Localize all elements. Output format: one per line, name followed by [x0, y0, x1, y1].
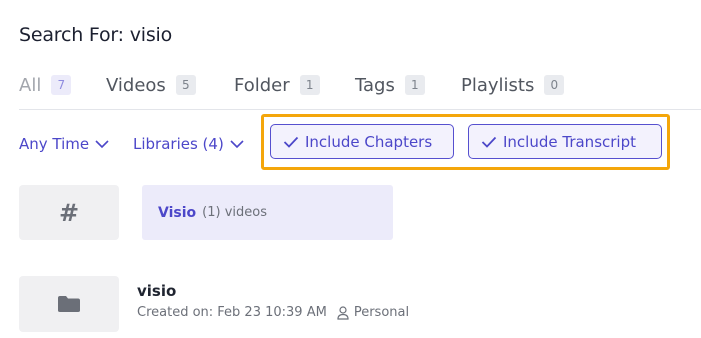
folder-meta: Created on: Feb 23 10:39 AM Personal [137, 305, 409, 320]
folder-owner: Personal [353, 305, 410, 320]
check-icon [481, 136, 497, 148]
tab-label: Tags [355, 74, 395, 96]
tab-label: Folder [234, 74, 290, 96]
tab-count-badge: 1 [299, 75, 320, 95]
check-icon [283, 136, 299, 148]
libraries-filter-dropdown[interactable]: Libraries (4) [133, 134, 244, 154]
tab-count-badge: 5 [175, 75, 196, 95]
tab-all[interactable]: All 7 [19, 72, 72, 98]
tab-label: Videos [106, 74, 166, 96]
include-chapters-toggle[interactable]: Include Chapters [270, 124, 454, 159]
folder-icon [58, 296, 80, 312]
time-filter-label: Any Time [19, 135, 90, 153]
chevron-down-icon [95, 140, 109, 149]
tab-tags[interactable]: Tags 1 [355, 72, 425, 98]
page-title: Search For: visio [19, 24, 173, 46]
tag-video-count: (1) videos [202, 205, 267, 220]
tab-count-badge: 1 [404, 75, 425, 95]
tab-label: All [19, 74, 42, 96]
include-chapters-label: Include Chapters [305, 132, 433, 151]
tab-bar: All 7 Videos 5 Folder 1 Tags 1 Playlists… [19, 72, 701, 110]
time-filter-dropdown[interactable]: Any Time [19, 134, 109, 154]
include-transcript-toggle[interactable]: Include Transcript [468, 124, 662, 159]
folder-created-date: Created on: Feb 23 10:39 AM [137, 305, 327, 320]
tag-name: Visio [158, 204, 197, 221]
include-transcript-label: Include Transcript [503, 132, 636, 151]
tab-count-badge: 0 [544, 75, 565, 95]
chevron-down-icon [230, 140, 244, 149]
tab-folder[interactable]: Folder 1 [234, 72, 320, 98]
folder-title[interactable]: visio [137, 282, 176, 300]
tab-playlists[interactable]: Playlists 0 [461, 72, 565, 98]
tab-count-badge: 7 [51, 75, 72, 95]
user-icon [337, 305, 349, 320]
tab-label: Playlists [461, 74, 535, 96]
tag-result-card[interactable]: Visio (1) videos [142, 185, 393, 240]
tab-videos[interactable]: Videos 5 [106, 72, 196, 98]
folder-thumbnail[interactable] [19, 276, 119, 332]
hashtag-icon: # [19, 185, 119, 240]
libraries-filter-label: Libraries (4) [133, 135, 224, 153]
